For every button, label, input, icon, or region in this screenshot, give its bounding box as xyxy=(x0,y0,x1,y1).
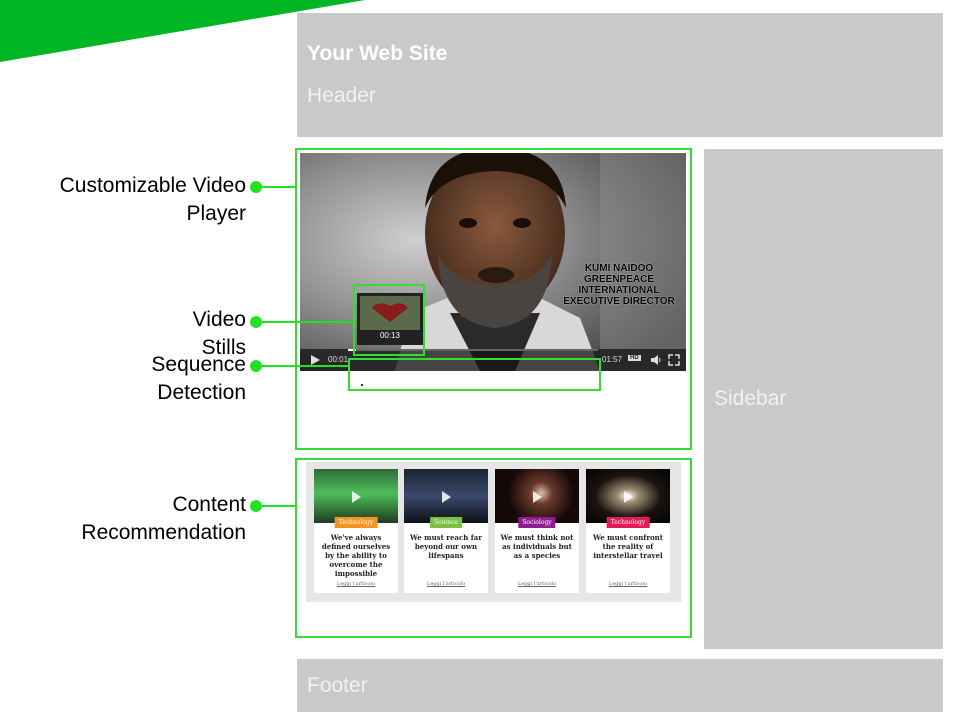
annotation-sequence-line1: Sequence xyxy=(151,353,246,376)
read-link[interactable]: Leggi l'articolo xyxy=(495,581,579,587)
caption-line-1: KUMI NAIDOO xyxy=(584,263,654,274)
footer-label: Footer xyxy=(307,674,368,697)
card-title: We must confront the reality of interste… xyxy=(593,533,663,560)
category-badge: Technology xyxy=(334,517,378,528)
fullscreen-icon[interactable] xyxy=(668,354,680,366)
video-stills-box xyxy=(353,284,425,356)
hd-button[interactable]: HD xyxy=(628,355,641,361)
card-title: We've always defined ourselves by the ab… xyxy=(321,533,391,578)
recommendation-card[interactable]: Technology We've always defined ourselve… xyxy=(314,469,398,593)
connector-line-video-player xyxy=(256,186,296,188)
caption-line-2: GREENPEACE xyxy=(583,274,654,285)
duration: 01:57 xyxy=(602,355,623,364)
annotation-content-line2: Recommendation xyxy=(81,521,246,544)
connector-line-video-stills xyxy=(256,321,354,323)
read-link[interactable]: Leggi l'articolo xyxy=(314,581,398,587)
annotation-video-player-line2: Player xyxy=(186,202,246,225)
site-title: Your Web Site xyxy=(307,42,448,65)
annotation-sequence-line2: Detection xyxy=(157,381,246,404)
annotation-video-player: Customizable Video Player xyxy=(60,172,246,228)
sequence-marker xyxy=(361,384,363,386)
connector-line-content-recommendation xyxy=(256,505,296,507)
recommendation-card[interactable]: Science We must reach far beyond our own… xyxy=(404,469,488,593)
sidebar: Sidebar xyxy=(704,149,943,649)
footer: Footer xyxy=(297,659,943,712)
caption-line-3: INTERNATIONAL xyxy=(578,285,660,296)
play-icon xyxy=(442,491,451,503)
sequence-detection-box xyxy=(348,358,601,391)
play-icon xyxy=(624,491,633,503)
read-link[interactable]: Leggi l'articolo xyxy=(586,581,670,587)
read-link[interactable]: Leggi l'articolo xyxy=(404,581,488,587)
play-icon xyxy=(352,491,361,503)
annotation-content-line1: Content xyxy=(172,493,246,516)
current-time: 00:01 xyxy=(328,355,349,364)
annotation-sequence-detection: Sequence Detection xyxy=(151,351,246,407)
category-badge: Sociology xyxy=(518,517,556,528)
video-caption: KUMI NAIDOO GREENPEACE INTERNATIONAL EXE… xyxy=(554,263,684,307)
category-badge: Science xyxy=(430,517,462,528)
recommendation-strip: Technology We've always defined ourselve… xyxy=(306,462,681,602)
annotation-stills-line1: Video xyxy=(192,308,246,331)
caption-line-4: EXECUTIVE DIRECTOR xyxy=(563,296,675,307)
recommendation-card[interactable]: Technology We must confront the reality … xyxy=(586,469,670,593)
card-title: We must think not as individuals but as … xyxy=(500,533,574,560)
sidebar-label: Sidebar xyxy=(714,387,787,410)
connector-line-sequence-detection xyxy=(256,365,349,367)
play-icon xyxy=(533,491,542,503)
card-title: We must reach far beyond our own lifespa… xyxy=(410,533,482,560)
recommendation-card[interactable]: Sociology We must think not as individua… xyxy=(495,469,579,593)
header: Your Web Site Header xyxy=(297,13,943,137)
annotation-video-player-line1: Customizable Video xyxy=(59,174,246,197)
category-badge: Technology xyxy=(606,517,650,528)
annotation-content-recommendation: Content Recommendation xyxy=(81,491,246,547)
header-label: Header xyxy=(307,84,376,107)
volume-icon[interactable] xyxy=(650,354,662,366)
